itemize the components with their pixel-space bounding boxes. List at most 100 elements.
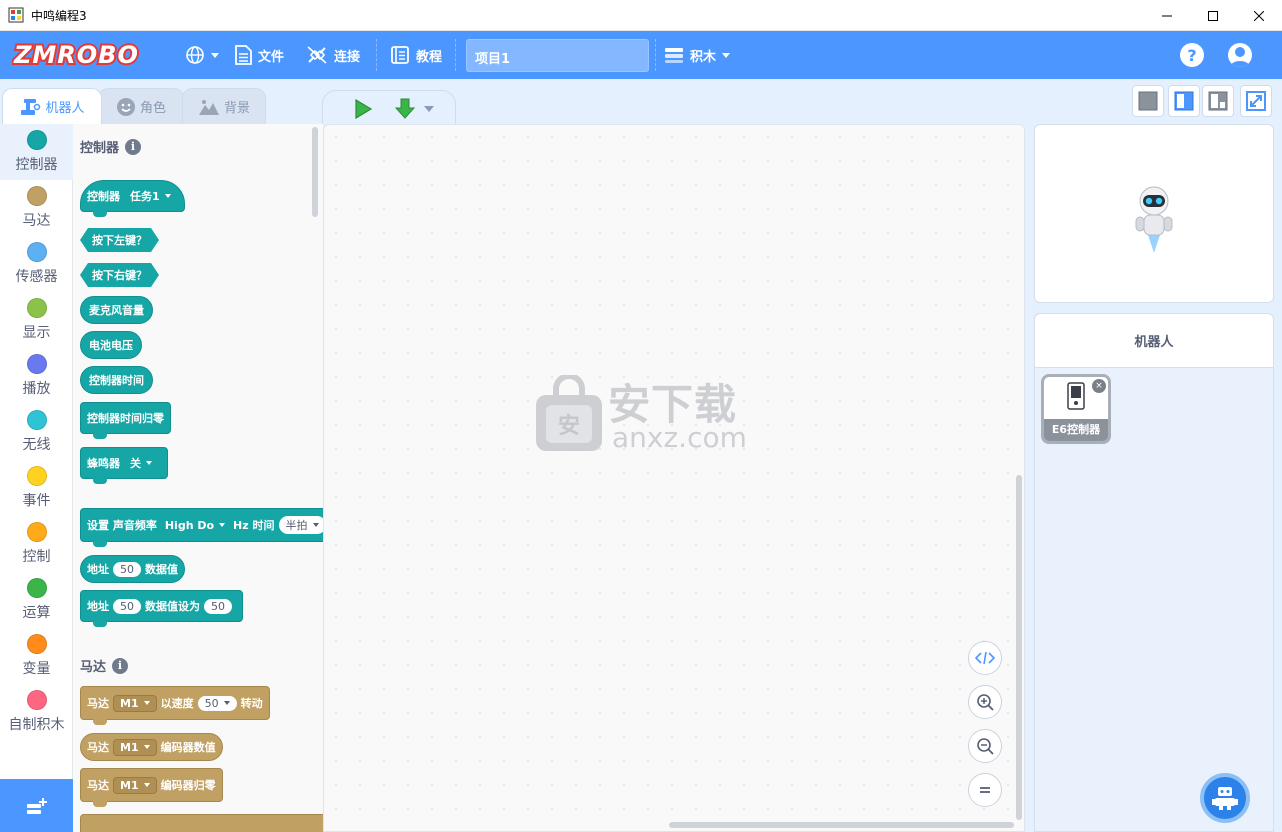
block-encoder-value[interactable]: 马达 M1 编码器数值	[80, 733, 223, 761]
note-dropdown[interactable]: High Do	[165, 519, 225, 532]
block-encoder-reset[interactable]: 马达 M1 编码器归零	[80, 768, 223, 807]
palette-scrollbar[interactable]	[312, 127, 318, 217]
block-press-right[interactable]: 按下右键？	[80, 263, 159, 287]
watermark: 安 安下载 anxz.com	[534, 375, 764, 455]
palette-section-title: 马达	[80, 660, 107, 675]
block-text: 控制器时间归零	[87, 412, 164, 425]
maximize-button[interactable]	[1190, 0, 1236, 31]
block-motor-rotate[interactable]: 马达 M1 以速度 50 转动	[80, 686, 270, 725]
category-control[interactable]: 控制	[0, 516, 73, 572]
category-my-blocks[interactable]: 自制积木	[0, 684, 73, 740]
code-icon	[975, 651, 995, 665]
code-workspace[interactable]: 安 安下载 anxz.com	[323, 124, 1025, 832]
controller-device-icon	[1067, 382, 1085, 410]
info-icon[interactable]: i	[125, 138, 142, 155]
tab-sprite[interactable]: 角色	[98, 88, 184, 124]
data-value-input[interactable]: 50	[204, 598, 232, 614]
info-icon[interactable]: i	[112, 657, 129, 674]
code-view-button[interactable]	[968, 641, 1002, 675]
category-dot	[26, 578, 47, 598]
speed-dropdown[interactable]: 50	[197, 695, 237, 711]
globe-icon	[186, 46, 204, 64]
robot-sprite[interactable]	[1130, 185, 1178, 255]
robot-device-card[interactable]: × E6控制器	[1041, 374, 1111, 444]
task-dropdown[interactable]: 任务1	[130, 188, 171, 204]
motor-port-dropdown[interactable]: M1	[113, 738, 157, 756]
watermark-url: anxz.com	[612, 421, 747, 454]
zoom-out-button[interactable]	[968, 729, 1002, 763]
motor-port-dropdown[interactable]: M1	[113, 694, 157, 712]
workspace-horizontal-scrollbar[interactable]	[669, 822, 1014, 828]
stage-preview[interactable]	[1034, 124, 1274, 303]
category-dot	[26, 130, 47, 150]
category-controller[interactable]: 控制器	[0, 124, 73, 180]
language-menu[interactable]	[185, 43, 219, 67]
palette-section-header: 马达 i	[80, 656, 129, 675]
fullscreen-button[interactable]	[1240, 85, 1272, 117]
tab-robot-label: 机器人	[45, 101, 85, 116]
block-text: 地址	[87, 600, 109, 613]
minimize-icon	[1162, 15, 1172, 16]
category-play[interactable]: 播放	[0, 348, 73, 404]
buzzer-state-dropdown[interactable]: 关	[130, 455, 152, 471]
address-input[interactable]: 50	[113, 598, 141, 614]
block-motor-partial[interactable]	[80, 814, 323, 832]
robot-panel-header: 机器人	[1035, 314, 1273, 368]
block-buzzer[interactable]: 蜂鸣器 关	[80, 447, 168, 484]
corner-layout-icon	[1208, 91, 1228, 111]
project-name-input[interactable]: 项目1	[466, 39, 649, 72]
category-wireless[interactable]: 无线	[0, 404, 73, 460]
view-small-stage-button[interactable]	[1202, 85, 1234, 117]
minimize-button[interactable]	[1144, 0, 1190, 31]
palette-section-header: 控制器 i	[80, 137, 142, 156]
block-battery-voltage[interactable]: 电池电压	[80, 331, 142, 359]
block-press-left[interactable]: 按下左键？	[80, 228, 159, 252]
run-flag-icon[interactable]	[353, 99, 373, 119]
block-controller-task[interactable]: 控制器 任务1	[80, 180, 185, 217]
category-label: 变量	[22, 661, 51, 677]
zoom-in-button[interactable]	[968, 685, 1002, 719]
download-arrow-icon[interactable]	[394, 98, 416, 120]
category-label: 马达	[22, 213, 51, 229]
robot-panel: 机器人 × E6控制器	[1034, 313, 1274, 832]
file-menu[interactable]: 文件	[235, 43, 284, 67]
close-button[interactable]	[1236, 0, 1282, 31]
category-dot	[26, 354, 47, 374]
blocks-mode-menu[interactable]: 积木	[664, 43, 731, 67]
category-dot	[26, 242, 47, 262]
fullscreen-icon	[1246, 91, 1266, 111]
category-variables[interactable]: 变量	[0, 628, 73, 684]
block-set-address-data[interactable]: 地址 50 数据值设为 50	[80, 590, 243, 627]
category-dot	[26, 522, 47, 542]
view-stage-only-button[interactable]	[1132, 85, 1164, 117]
zmrobo-logo[interactable]: ZMROBO	[12, 40, 164, 70]
category-display[interactable]: 显示	[0, 292, 73, 348]
category-events[interactable]: 事件	[0, 460, 73, 516]
category-motor[interactable]: 马达	[0, 180, 73, 236]
app-icon	[8, 7, 24, 23]
add-robot-button[interactable]	[1200, 773, 1250, 823]
connect-menu[interactable]: 连接	[306, 43, 360, 67]
motor-port-dropdown[interactable]: M1	[113, 776, 157, 794]
category-sensor[interactable]: 传感器	[0, 236, 73, 292]
zoom-reset-button[interactable]	[968, 773, 1002, 807]
user-avatar-button[interactable]	[1228, 43, 1252, 67]
view-split-button[interactable]	[1168, 85, 1200, 117]
chevron-down-icon[interactable]	[424, 106, 434, 112]
tutorial-menu[interactable]: 教程	[390, 43, 442, 67]
help-button[interactable]: ?	[1180, 43, 1204, 67]
workspace-vertical-scrollbar[interactable]	[1016, 475, 1022, 820]
block-address-data[interactable]: 地址 50 数据值	[80, 555, 185, 583]
tab-backdrop[interactable]: 背景	[182, 88, 266, 124]
block-set-sound-frequency[interactable]: 设置 声音频率 High Do Hz 时间 半拍	[80, 508, 323, 547]
landscape-icon	[198, 99, 219, 115]
category-operators[interactable]: 运算	[0, 572, 73, 628]
block-mic-volume[interactable]: 麦克风音量	[80, 296, 153, 324]
block-controller-time[interactable]: 控制器时间	[80, 366, 153, 394]
address-input[interactable]: 50	[113, 561, 141, 577]
remove-device-button[interactable]: ×	[1092, 379, 1106, 393]
block-timer-reset[interactable]: 控制器时间归零	[80, 402, 171, 439]
tab-robot[interactable]: 机器人	[2, 88, 102, 124]
beat-dropdown[interactable]: 半拍	[278, 516, 323, 534]
add-extension-button[interactable]	[0, 779, 73, 832]
